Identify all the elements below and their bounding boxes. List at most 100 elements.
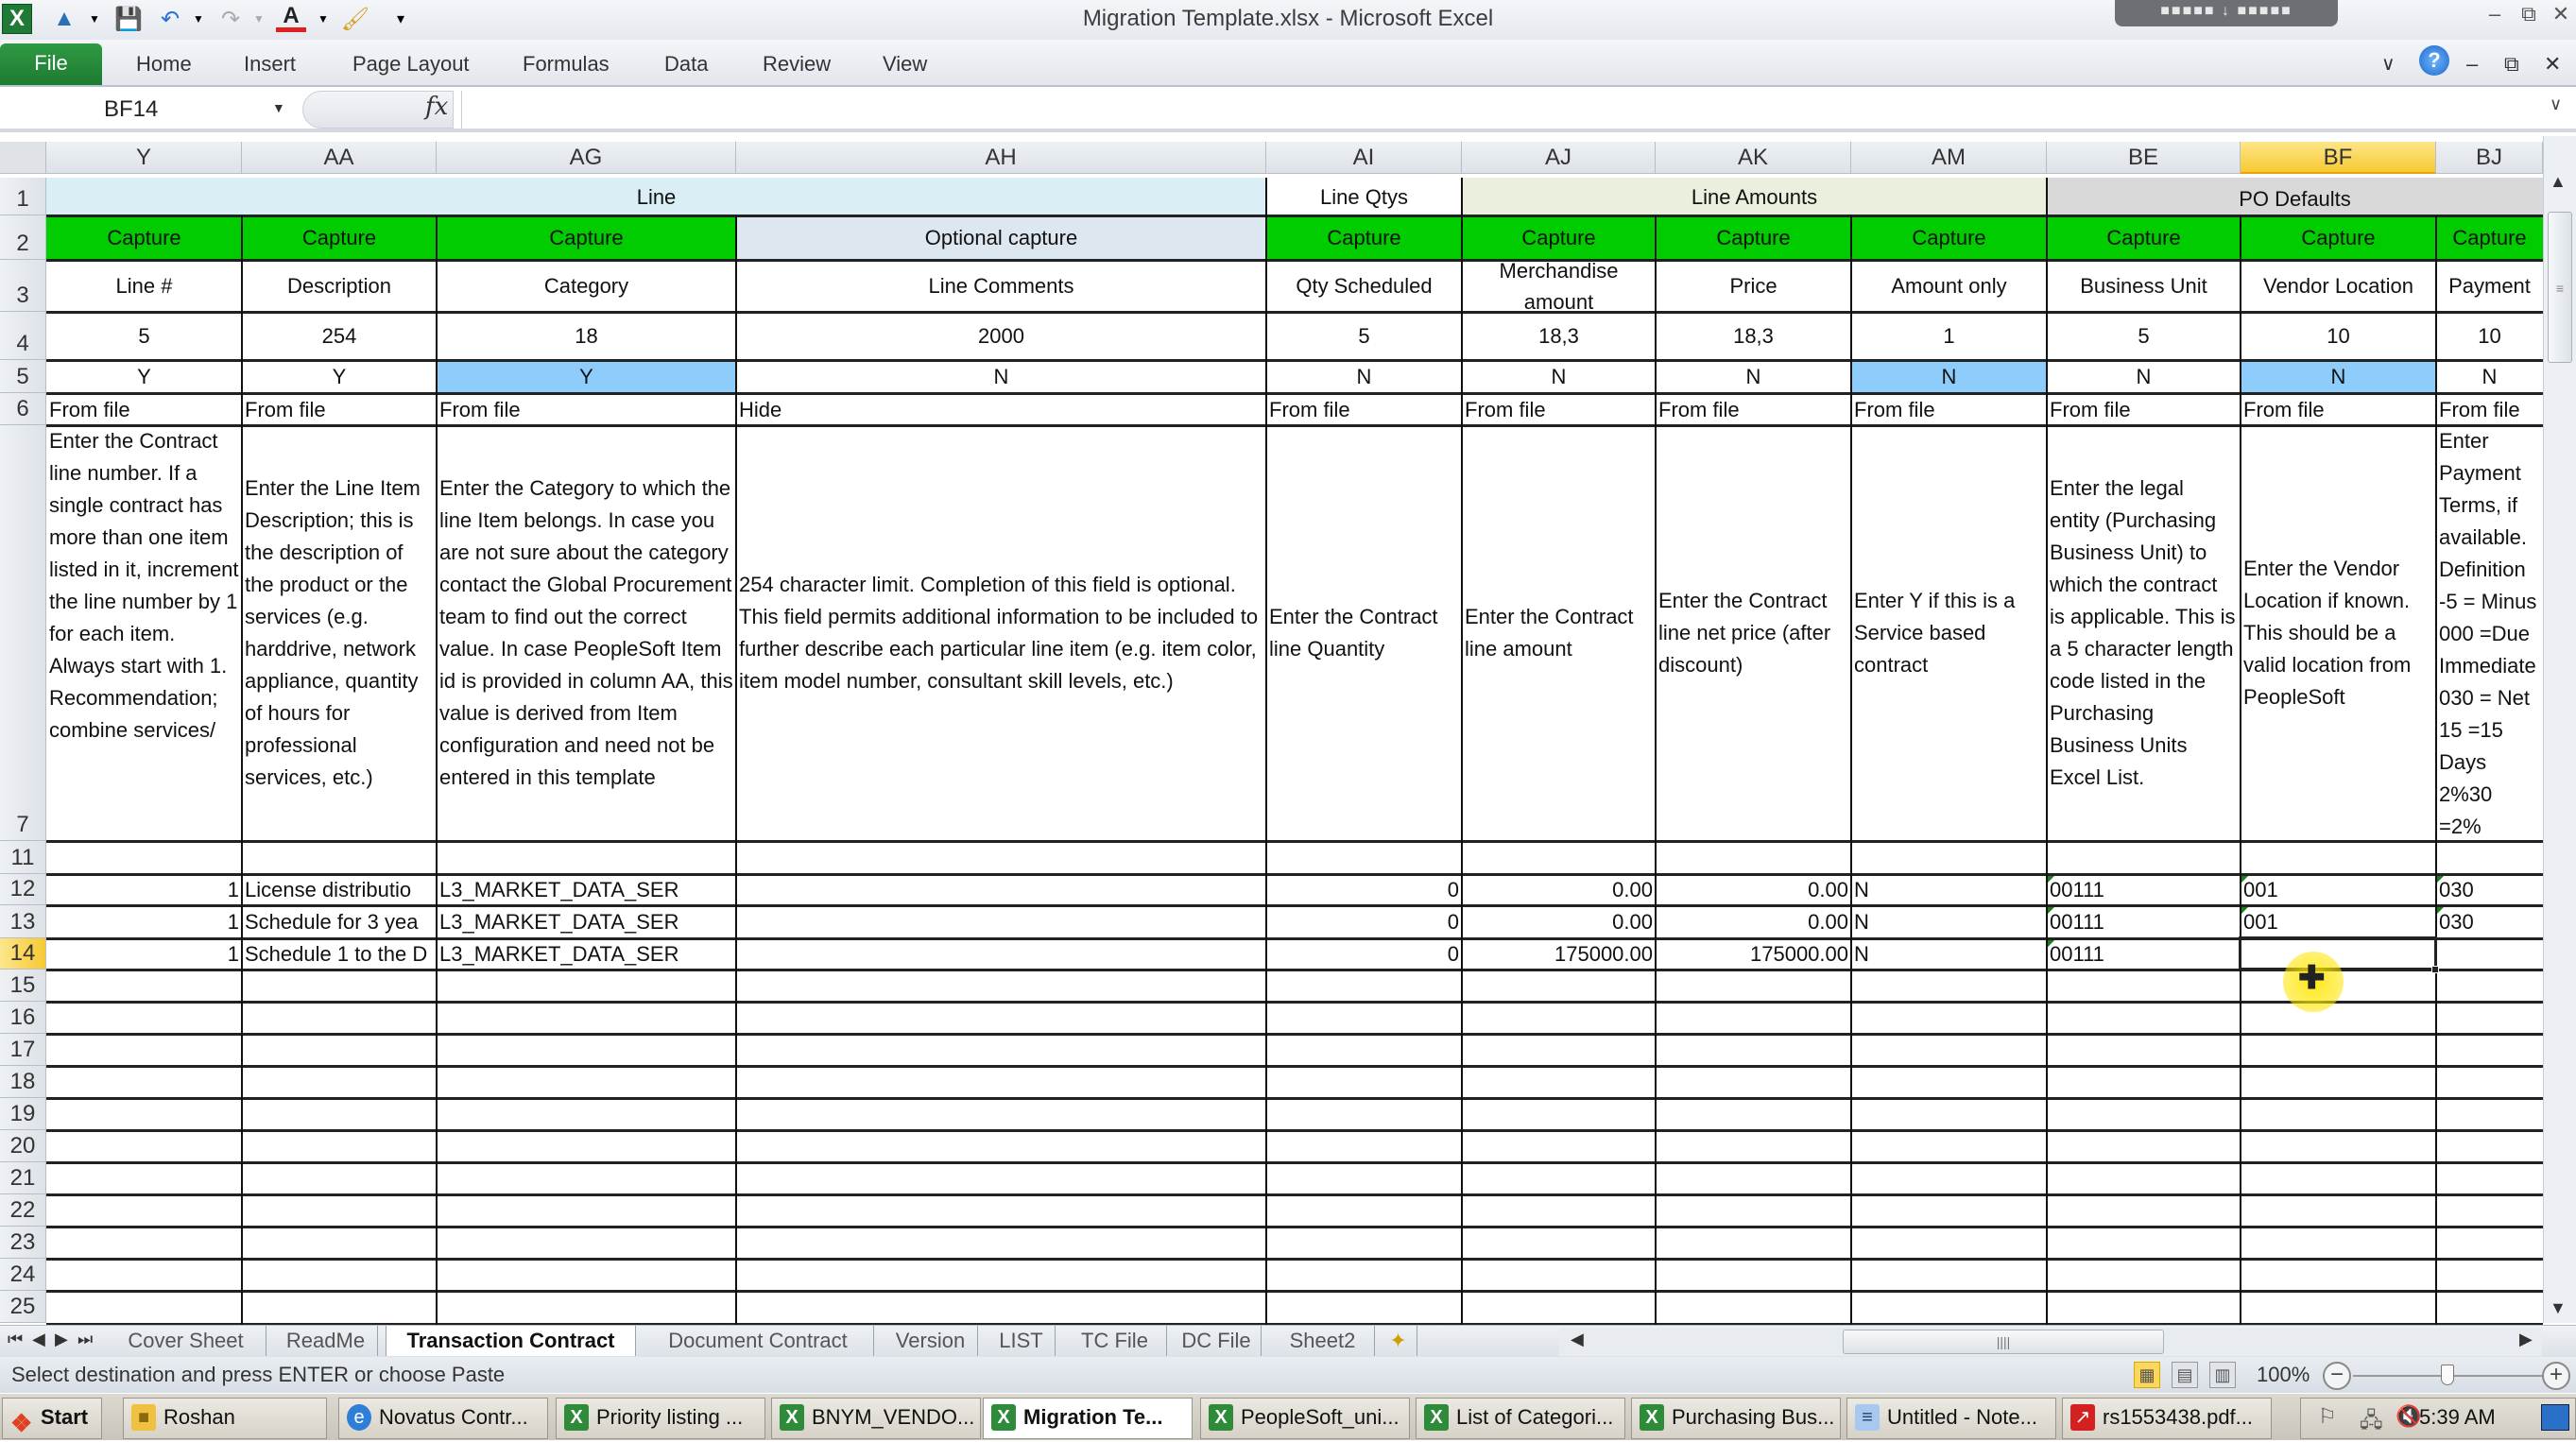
field-description-cell[interactable]: Enter the Contract line Quantity xyxy=(1266,425,1462,841)
field-name-cell[interactable]: Category xyxy=(437,260,736,312)
capture-flag-cell[interactable]: Capture xyxy=(2047,215,2241,260)
volume-muted-icon[interactable]: 🔇 xyxy=(2396,1404,2421,1429)
name-box-dropdown-icon[interactable]: ▼ xyxy=(272,100,285,115)
field-length-cell[interactable]: 18,3 xyxy=(1462,312,1656,360)
workbook-close-icon[interactable]: ✕ xyxy=(2544,47,2561,85)
required-flag-cell[interactable]: N xyxy=(736,360,1266,393)
horizontal-scrollbar[interactable]: ◀ |||| ▶ xyxy=(1559,1328,2542,1356)
page-break-view-icon[interactable]: ▥ xyxy=(2209,1362,2236,1388)
minimize-window-icon[interactable]: – xyxy=(2480,2,2510,26)
close-window-icon[interactable]: ✕ xyxy=(2546,2,2576,26)
column-header-am[interactable]: AM xyxy=(1851,142,2047,174)
field-description-cell[interactable]: Enter the Contract line amount xyxy=(1462,425,1656,841)
field-length-cell[interactable]: 18 xyxy=(437,312,736,360)
field-length-cell[interactable]: 10 xyxy=(2436,312,2543,360)
tab-review[interactable]: Review xyxy=(763,47,831,85)
source-cell[interactable]: From file xyxy=(1851,393,2047,425)
column-header-ai[interactable]: AI xyxy=(1266,142,1462,174)
data-cell[interactable]: 001 xyxy=(2241,905,2436,938)
required-flag-cell[interactable]: Y xyxy=(242,360,437,393)
zoom-level[interactable]: 100% xyxy=(2257,1363,2310,1387)
sheet-tab-cover-sheet[interactable]: Cover Sheet xyxy=(106,1326,266,1356)
name-box[interactable]: BF14 xyxy=(0,93,299,127)
minimize-ribbon-icon[interactable]: ∨ xyxy=(2381,47,2396,85)
data-cell[interactable]: 0.00 xyxy=(1656,874,1851,905)
field-description-cell[interactable]: 254 character limit. Completion of this … xyxy=(736,425,1266,841)
row-header-16[interactable]: 16 xyxy=(0,1002,46,1034)
taskbar-item[interactable]: X Priority listing ... xyxy=(556,1398,765,1439)
insert-sheet-icon[interactable]: ✦ xyxy=(1380,1326,1417,1356)
field-length-cell[interactable]: 254 xyxy=(242,312,437,360)
next-sheet-icon[interactable]: ▶ xyxy=(55,1330,68,1349)
horizontal-scroll-thumb[interactable]: |||| xyxy=(1843,1330,2164,1354)
source-cell[interactable]: From file xyxy=(46,393,242,425)
tab-data[interactable]: Data xyxy=(664,47,708,85)
data-cell[interactable]: 1 xyxy=(46,938,242,970)
prev-sheet-icon[interactable]: ◀ xyxy=(32,1330,45,1349)
group-header-line-qtys[interactable]: Line Qtys xyxy=(1266,178,1462,215)
data-cell[interactable]: L3_MARKET_DATA_SER xyxy=(437,905,736,938)
data-cell[interactable]: 1 xyxy=(46,874,242,905)
help-icon[interactable]: ? xyxy=(2419,45,2449,76)
data-cell[interactable]: 001 xyxy=(2241,874,2436,905)
formula-input[interactable] xyxy=(461,91,2540,129)
page-layout-view-icon[interactable]: ▤ xyxy=(2172,1362,2198,1388)
field-description-cell[interactable]: Enter Payment Terms, if available. Defin… xyxy=(2436,425,2543,841)
taskbar-item[interactable]: X PeopleSoft_uni... xyxy=(1200,1398,1410,1439)
first-sheet-icon[interactable]: ⏮ xyxy=(8,1330,23,1349)
group-header-po-defaults[interactable]: PO Defaults xyxy=(2047,178,2543,219)
column-header-bf[interactable]: BF xyxy=(2241,142,2436,174)
data-cell[interactable]: 0 xyxy=(1266,874,1462,905)
field-description-cell[interactable]: Enter Y if this is a Service based contr… xyxy=(1851,425,2047,841)
data-cell[interactable]: 0.00 xyxy=(1462,905,1656,938)
taskbar-item[interactable]: X List of Categori... xyxy=(1416,1398,1625,1439)
required-flag-cell[interactable]: Y xyxy=(437,360,736,393)
field-name-cell[interactable]: Amount only xyxy=(1851,260,2047,312)
row-header-24[interactable]: 24 xyxy=(0,1259,46,1291)
taskbar-item[interactable]: e Novatus Contr... xyxy=(338,1398,548,1439)
row-header-3[interactable]: 3 xyxy=(0,260,46,312)
sheet-tab-tc-file[interactable]: TC File xyxy=(1063,1326,1167,1356)
data-cell[interactable]: L3_MARKET_DATA_SER xyxy=(437,938,736,970)
taskbar-item[interactable]: ■ Roshan xyxy=(123,1398,327,1439)
field-name-cell[interactable]: Payment xyxy=(2436,260,2543,312)
data-cell[interactable]: N xyxy=(1851,938,2047,970)
group-header-line-amounts[interactable]: Line Amounts xyxy=(1462,178,2047,215)
last-sheet-icon[interactable]: ⏭ xyxy=(77,1330,93,1349)
source-cell[interactable]: From file xyxy=(437,393,736,425)
scroll-right-icon[interactable]: ▶ xyxy=(2519,1330,2533,1349)
field-description-cell[interactable]: Enter the Contract line net price (after… xyxy=(1656,425,1851,841)
row-header-17[interactable]: 17 xyxy=(0,1034,46,1066)
data-cell[interactable]: Schedule 1 to the D xyxy=(242,938,437,970)
data-cell[interactable]: 00111 xyxy=(2047,938,2241,970)
source-cell[interactable]: From file xyxy=(1462,393,1656,425)
taskbar-item[interactable]: ↗ rs1553438.pdf... xyxy=(2062,1398,2272,1439)
capture-flag-cell[interactable]: Capture xyxy=(1851,215,2047,260)
source-cell[interactable]: From file xyxy=(1266,393,1462,425)
field-description-cell[interactable]: Enter the Vendor Location if known. This… xyxy=(2241,425,2436,841)
row-header-4[interactable]: 4 xyxy=(0,312,46,360)
capture-flag-cell[interactable]: Capture xyxy=(437,215,736,260)
data-cell[interactable]: 0.00 xyxy=(1462,874,1656,905)
row-header-6[interactable]: 6 xyxy=(0,393,46,425)
field-name-cell[interactable]: Business Unit xyxy=(2047,260,2241,312)
field-name-cell[interactable]: Description xyxy=(242,260,437,312)
normal-view-icon[interactable]: ▦ xyxy=(2134,1362,2160,1388)
row-header-18[interactable]: 18 xyxy=(0,1066,46,1098)
required-flag-cell[interactable]: N xyxy=(2436,360,2543,393)
action-center-flag-icon[interactable]: ⚐ xyxy=(2318,1404,2337,1429)
data-cell[interactable]: 030 xyxy=(2436,874,2543,905)
required-flag-cell[interactable]: N xyxy=(2047,360,2241,393)
row-header-13[interactable]: 13 xyxy=(0,905,46,938)
row-header-5[interactable]: 5 xyxy=(0,360,46,393)
show-desktop-icon[interactable] xyxy=(2541,1404,2569,1431)
data-cell[interactable] xyxy=(2436,938,2543,970)
field-name-cell[interactable]: Price xyxy=(1656,260,1851,312)
capture-flag-cell[interactable]: Capture xyxy=(2241,215,2436,260)
source-cell[interactable]: From file xyxy=(2241,393,2436,425)
row-header-21[interactable]: 21 xyxy=(0,1162,46,1194)
required-flag-cell[interactable]: N xyxy=(1851,360,2047,393)
row-header-20[interactable]: 20 xyxy=(0,1130,46,1162)
column-header-y[interactable]: Y xyxy=(46,142,242,174)
column-header-bj[interactable]: BJ xyxy=(2436,142,2543,174)
